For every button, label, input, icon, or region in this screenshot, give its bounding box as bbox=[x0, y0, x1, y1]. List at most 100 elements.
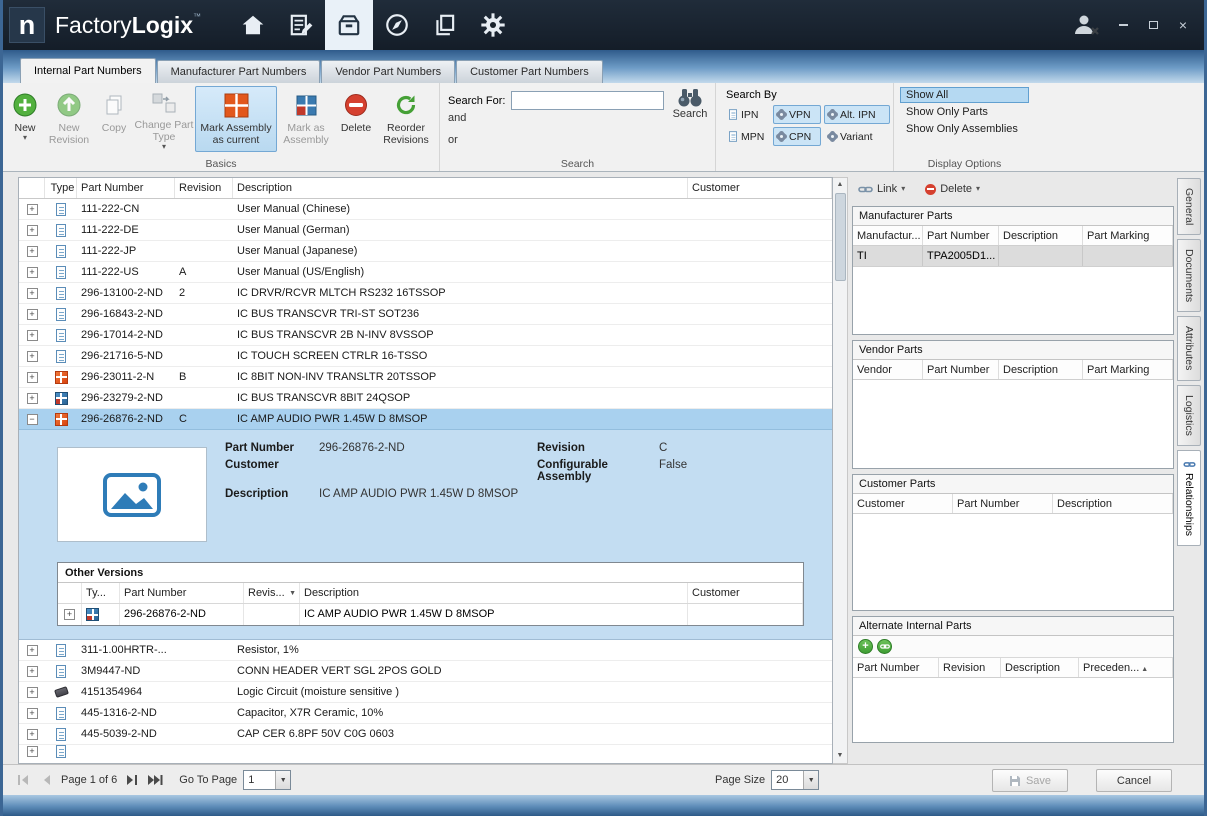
part-marking-column-header[interactable]: Part Marking bbox=[1083, 360, 1173, 379]
description-column-header[interactable]: Description bbox=[233, 178, 688, 198]
expand-toggle[interactable]: + bbox=[26, 350, 38, 362]
description-column-header[interactable]: Description bbox=[999, 226, 1083, 245]
user-logout-button[interactable] bbox=[1066, 0, 1106, 50]
manufacturer-column-header[interactable]: Manufactur... bbox=[853, 226, 923, 245]
scrollbar-thumb[interactable] bbox=[834, 193, 846, 281]
save-button[interactable]: Save bbox=[992, 769, 1068, 792]
ov-revision-column-header[interactable]: Revis... ▼ bbox=[244, 583, 300, 603]
documents-nav-button[interactable] bbox=[421, 0, 469, 50]
table-row[interactable]: + 296-16843-2-ND IC BUS TRANSCVR TRI-ST … bbox=[19, 304, 832, 325]
goto-page-select[interactable]: 1 ▼ bbox=[243, 770, 292, 790]
table-row-selected[interactable]: − 296-26876-2-ND C IC AMP AUDIO PWR 1.45… bbox=[19, 409, 832, 430]
new-revision-button[interactable]: New Revision bbox=[43, 86, 95, 152]
table-row[interactable]: + 111-222-US A User Manual (US/English) bbox=[19, 262, 832, 283]
last-page-button[interactable] bbox=[146, 772, 163, 789]
search-by-vpn-button[interactable]: VPN bbox=[773, 105, 821, 124]
part-number-column-header[interactable]: Part Number bbox=[953, 494, 1053, 513]
customer-column-header[interactable]: Customer bbox=[688, 178, 832, 198]
description-column-header[interactable]: Description bbox=[999, 360, 1083, 379]
search-by-mpn-button[interactable]: MPN bbox=[724, 127, 770, 146]
table-row[interactable]: + 296-13100-2-ND 2 IC DRVR/RCVR MLTCH RS… bbox=[19, 283, 832, 304]
table-row-clipped[interactable]: + bbox=[19, 745, 832, 758]
search-button[interactable]: Search bbox=[667, 86, 713, 120]
delete-button[interactable]: Delete bbox=[335, 86, 377, 152]
table-scrollbar[interactable]: ▲ ▼ bbox=[833, 177, 848, 764]
new-button[interactable]: New ▾ bbox=[7, 86, 43, 152]
expand-toggle[interactable]: + bbox=[26, 371, 38, 383]
home-nav-button[interactable] bbox=[229, 0, 277, 50]
mark-as-assembly-button[interactable]: Mark as Assembly bbox=[277, 86, 335, 152]
maximize-button[interactable] bbox=[1140, 13, 1166, 37]
table-row[interactable]: + 445-5039-2-ND CAP CER 6.8PF 50V C0G 06… bbox=[19, 724, 832, 745]
tab-documents[interactable]: Documents bbox=[1177, 239, 1201, 313]
tab-general[interactable]: General bbox=[1177, 178, 1201, 236]
expand-toggle[interactable]: + bbox=[26, 707, 38, 719]
engineering-nav-button[interactable] bbox=[277, 0, 325, 50]
close-button[interactable]: × bbox=[1170, 13, 1196, 37]
part-number-column-header[interactable]: Part Number bbox=[77, 178, 175, 198]
table-row[interactable]: + 111-222-CN User Manual (Chinese) bbox=[19, 199, 832, 220]
ov-description-column-header[interactable]: Description bbox=[300, 583, 688, 603]
expand-toggle[interactable]: + bbox=[26, 203, 38, 215]
change-part-type-button[interactable]: Change Part Type ▾ bbox=[133, 86, 195, 152]
show-only-parts-option[interactable]: Show Only Parts bbox=[900, 104, 1029, 120]
search-input[interactable] bbox=[511, 91, 665, 110]
table-row[interactable]: + 296-21716-5-ND IC TOUCH SCREEN CTRLR 1… bbox=[19, 346, 832, 367]
tab-vendor-part-numbers[interactable]: Vendor Part Numbers bbox=[321, 60, 456, 83]
table-row[interactable]: + 311-1.00HRTR-... Resistor, 1% bbox=[19, 640, 832, 661]
ov-customer-column-header[interactable]: Customer bbox=[688, 583, 803, 603]
expand-toggle[interactable]: + bbox=[26, 245, 38, 257]
expand-toggle[interactable]: + bbox=[26, 728, 38, 740]
expand-toggle[interactable]: + bbox=[26, 329, 38, 341]
customer-column-header[interactable]: Customer bbox=[853, 494, 953, 513]
table-row[interactable]: + 445-1316-2-ND Capacitor, X7R Ceramic, … bbox=[19, 703, 832, 724]
expand-toggle[interactable]: + bbox=[64, 609, 75, 620]
part-number-column-header[interactable]: Part Number bbox=[923, 226, 999, 245]
parts-library-nav-button[interactable] bbox=[325, 0, 374, 50]
vendor-column-header[interactable]: Vendor bbox=[853, 360, 923, 379]
minimize-button[interactable] bbox=[1110, 13, 1136, 37]
cancel-button[interactable]: Cancel bbox=[1096, 769, 1172, 792]
tab-logistics[interactable]: Logistics bbox=[1177, 384, 1201, 446]
expand-toggle[interactable]: + bbox=[26, 266, 38, 278]
search-by-ipn-button[interactable]: IPN bbox=[724, 105, 770, 124]
part-number-column-header[interactable]: Part Number bbox=[923, 360, 999, 379]
manufacturer-part-row[interactable]: TI TPA2005D1... bbox=[853, 246, 1173, 267]
link-button[interactable]: Link ▾ bbox=[858, 183, 905, 195]
collapse-toggle[interactable]: − bbox=[26, 413, 38, 425]
page-size-select[interactable]: 20 ▼ bbox=[771, 770, 820, 790]
show-only-assemblies-option[interactable]: Show Only Assemblies bbox=[900, 121, 1029, 137]
part-image-placeholder[interactable] bbox=[57, 447, 207, 542]
precedence-column-header[interactable]: Preceden... ▲ bbox=[1079, 658, 1173, 677]
scroll-up-icon[interactable]: ▲ bbox=[837, 178, 844, 192]
unlink-delete-button[interactable]: Delete ▾ bbox=[925, 183, 980, 195]
tab-relationships[interactable]: Relationships bbox=[1177, 449, 1201, 546]
revision-column-header[interactable]: Revision bbox=[939, 658, 1001, 677]
table-row[interactable]: + 296-23011-2-N B IC 8BIT NON-INV TRANSL… bbox=[19, 367, 832, 388]
mark-assembly-as-current-button[interactable]: Mark Assembly as current bbox=[195, 86, 277, 152]
table-row[interactable]: + 4151354964 Logic Circuit (moisture sen… bbox=[19, 682, 832, 703]
table-row[interactable]: + 296-23279-2-ND IC BUS TRANSCVR 8BIT 24… bbox=[19, 388, 832, 409]
expand-toggle[interactable]: + bbox=[26, 686, 38, 698]
expand-toggle[interactable]: + bbox=[26, 746, 38, 757]
part-number-column-header[interactable]: Part Number bbox=[853, 658, 939, 677]
expand-toggle[interactable]: + bbox=[26, 392, 38, 404]
tab-customer-part-numbers[interactable]: Customer Part Numbers bbox=[456, 60, 603, 83]
settings-nav-button[interactable] bbox=[469, 0, 517, 50]
search-by-variant-button[interactable]: Variant bbox=[824, 127, 890, 146]
ov-part-number-column-header[interactable]: Part Number bbox=[120, 583, 244, 603]
tab-attributes[interactable]: Attributes bbox=[1177, 316, 1201, 381]
search-by-cpn-button[interactable]: CPN bbox=[773, 127, 821, 146]
description-column-header[interactable]: Description bbox=[1053, 494, 1173, 513]
search-by-alt-ipn-button[interactable]: Alt. IPN bbox=[824, 105, 890, 124]
other-version-row[interactable]: + 296-26876-2-ND IC AMP AUDIO PWR 1.45W … bbox=[58, 604, 803, 625]
ov-type-column-header[interactable]: Ty... bbox=[82, 583, 120, 603]
link-alternate-part-button[interactable] bbox=[877, 639, 892, 654]
expand-toggle[interactable]: + bbox=[26, 308, 38, 320]
reorder-revisions-button[interactable]: Reorder Revisions bbox=[377, 86, 435, 152]
copy-button[interactable]: Copy bbox=[95, 86, 133, 152]
revision-column-header[interactable]: Revision bbox=[175, 178, 233, 198]
add-alternate-part-button[interactable]: + bbox=[858, 639, 873, 654]
previous-page-button[interactable] bbox=[38, 772, 55, 789]
expand-toggle[interactable]: + bbox=[26, 287, 38, 299]
